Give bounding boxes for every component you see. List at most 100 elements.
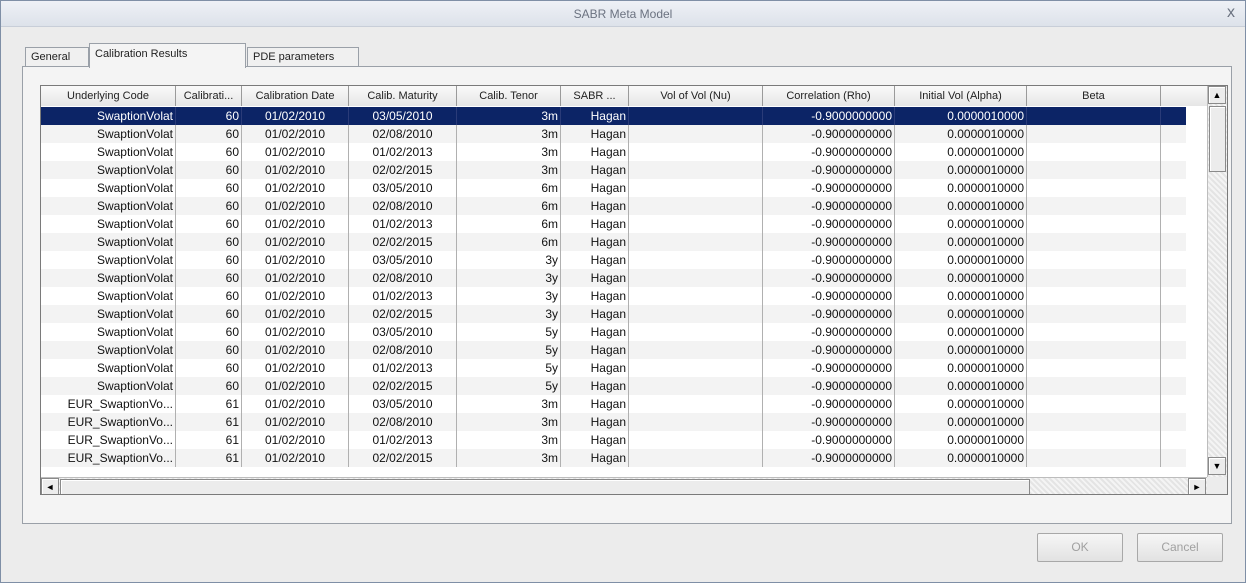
cell-underlying-code[interactable]: SwaptionVolat [41, 107, 176, 125]
cell-calib-tenor[interactable]: 3y [457, 251, 561, 269]
cell-vol-of-vol[interactable] [629, 197, 763, 215]
cell-sabr-model[interactable]: Hagan [561, 413, 629, 431]
cell-calibration-id[interactable]: 60 [176, 107, 242, 125]
cell-calibration-id[interactable]: 61 [176, 449, 242, 467]
cell-calib-tenor[interactable]: 3m [457, 449, 561, 467]
scroll-up-icon[interactable]: ▲ [1208, 86, 1226, 104]
cell-underlying-code[interactable]: SwaptionVolat [41, 341, 176, 359]
column-header-initial-vol[interactable]: Initial Vol (Alpha) [895, 86, 1027, 106]
horizontal-scrollbar[interactable]: ◄ ► [41, 477, 1207, 494]
cell-initial-vol[interactable]: 0.0000010000 [895, 413, 1027, 431]
cell-underlying-code[interactable]: EUR_SwaptionVo... [41, 449, 176, 467]
cell-calib-tenor[interactable]: 6m [457, 215, 561, 233]
vertical-scroll-thumb[interactable] [1209, 106, 1226, 172]
cell-beta[interactable] [1027, 323, 1161, 341]
cell-calib-maturity[interactable]: 03/05/2010 [349, 251, 457, 269]
cell-calib-tenor[interactable]: 6m [457, 233, 561, 251]
cell-sabr-model[interactable]: Hagan [561, 125, 629, 143]
cell-calib-maturity[interactable]: 02/08/2010 [349, 197, 457, 215]
cell-calibration-date[interactable]: 01/02/2010 [242, 107, 349, 125]
cell-initial-vol[interactable]: 0.0000010000 [895, 377, 1027, 395]
cell-sabr-model[interactable]: Hagan [561, 269, 629, 287]
cell-calib-tenor[interactable]: 3m [457, 107, 561, 125]
tab-pde-parameters[interactable]: PDE parameters [247, 47, 359, 67]
cell-sabr-model[interactable]: Hagan [561, 431, 629, 449]
cell-sabr-model[interactable]: Hagan [561, 377, 629, 395]
cell-calibration-date[interactable]: 01/02/2010 [242, 305, 349, 323]
cell-vol-of-vol[interactable] [629, 305, 763, 323]
cell-initial-vol[interactable]: 0.0000010000 [895, 269, 1027, 287]
cell-calibration-id[interactable]: 60 [176, 323, 242, 341]
cell-initial-vol[interactable]: 0.0000010000 [895, 341, 1027, 359]
cell-underlying-code[interactable]: EUR_SwaptionVo... [41, 395, 176, 413]
horizontal-scroll-thumb[interactable] [60, 479, 1030, 494]
cell-calib-maturity[interactable]: 01/02/2013 [349, 215, 457, 233]
cell-vol-of-vol[interactable] [629, 323, 763, 341]
scroll-left-icon[interactable]: ◄ [41, 478, 59, 494]
table-row[interactable]: SwaptionVolat 60 01/02/2010 01/02/2013 6m Hag… [41, 215, 1186, 233]
cell-initial-vol[interactable]: 0.0000010000 [895, 233, 1027, 251]
cell-calib-tenor[interactable]: 5y [457, 341, 561, 359]
cell-beta[interactable] [1027, 341, 1161, 359]
cell-initial-vol[interactable]: 0.0000010000 [895, 287, 1027, 305]
cell-underlying-code[interactable]: SwaptionVolat [41, 377, 176, 395]
cell-sabr-model[interactable]: Hagan [561, 107, 629, 125]
cell-calibration-date[interactable]: 01/02/2010 [242, 341, 349, 359]
table-row[interactable]: EUR_SwaptionVo... 61 01/02/2010 02/08/2010 3… [41, 413, 1186, 431]
cell-beta[interactable] [1027, 413, 1161, 431]
cell-initial-vol[interactable]: 0.0000010000 [895, 395, 1027, 413]
table-row[interactable]: SwaptionVolat 60 01/02/2010 02/02/2015 3y Hag… [41, 305, 1186, 323]
cell-sabr-model[interactable]: Hagan [561, 341, 629, 359]
cell-calib-maturity[interactable]: 02/02/2015 [349, 233, 457, 251]
cell-calib-tenor[interactable]: 5y [457, 323, 561, 341]
cell-calibration-id[interactable]: 60 [176, 125, 242, 143]
cell-calibration-date[interactable]: 01/02/2010 [242, 359, 349, 377]
cell-correlation[interactable]: -0.9000000000 [763, 305, 895, 323]
cell-vol-of-vol[interactable] [629, 107, 763, 125]
cell-vol-of-vol[interactable] [629, 269, 763, 287]
cell-initial-vol[interactable]: 0.0000010000 [895, 197, 1027, 215]
cell-calib-tenor[interactable]: 5y [457, 359, 561, 377]
cell-calibration-date[interactable]: 01/02/2010 [242, 449, 349, 467]
cell-calibration-id[interactable]: 60 [176, 341, 242, 359]
cell-calib-maturity[interactable]: 03/05/2010 [349, 395, 457, 413]
cell-underlying-code[interactable]: SwaptionVolat [41, 215, 176, 233]
table-row[interactable]: SwaptionVolat 60 01/02/2010 02/08/2010 3y Hag… [41, 269, 1186, 287]
cell-correlation[interactable]: -0.9000000000 [763, 233, 895, 251]
cell-initial-vol[interactable]: 0.0000010000 [895, 305, 1027, 323]
table-row[interactable]: EUR_SwaptionVo... 61 01/02/2010 01/02/2013 3… [41, 431, 1186, 449]
cell-correlation[interactable]: -0.9000000000 [763, 251, 895, 269]
column-header-calibration-date[interactable]: Calibration Date [242, 86, 349, 106]
cell-underlying-code[interactable]: SwaptionVolat [41, 359, 176, 377]
cell-calibration-id[interactable]: 60 [176, 179, 242, 197]
column-header-calib-tenor[interactable]: Calib. Tenor [457, 86, 561, 106]
cell-calibration-date[interactable]: 01/02/2010 [242, 179, 349, 197]
cell-calib-maturity[interactable]: 02/02/2015 [349, 449, 457, 467]
column-header-sabr-model[interactable]: SABR ... [561, 86, 629, 106]
cell-calib-tenor[interactable]: 3y [457, 287, 561, 305]
cell-calib-maturity[interactable]: 02/02/2015 [349, 161, 457, 179]
cell-initial-vol[interactable]: 0.0000010000 [895, 143, 1027, 161]
cell-sabr-model[interactable]: Hagan [561, 197, 629, 215]
column-header-beta[interactable]: Beta [1027, 86, 1161, 106]
cell-correlation[interactable]: -0.9000000000 [763, 323, 895, 341]
cell-sabr-model[interactable]: Hagan [561, 251, 629, 269]
cell-calibration-date[interactable]: 01/02/2010 [242, 125, 349, 143]
cell-calib-tenor[interactable]: 3m [457, 413, 561, 431]
cell-initial-vol[interactable]: 0.0000010000 [895, 359, 1027, 377]
cell-sabr-model[interactable]: Hagan [561, 233, 629, 251]
cell-correlation[interactable]: -0.9000000000 [763, 215, 895, 233]
column-header-correlation[interactable]: Correlation (Rho) [763, 86, 895, 106]
cell-calib-maturity[interactable]: 02/02/2015 [349, 305, 457, 323]
cell-correlation[interactable]: -0.9000000000 [763, 197, 895, 215]
cell-vol-of-vol[interactable] [629, 125, 763, 143]
cell-beta[interactable] [1027, 251, 1161, 269]
cell-beta[interactable] [1027, 305, 1161, 323]
cell-underlying-code[interactable]: SwaptionVolat [41, 287, 176, 305]
cell-underlying-code[interactable]: SwaptionVolat [41, 251, 176, 269]
cell-sabr-model[interactable]: Hagan [561, 395, 629, 413]
cell-vol-of-vol[interactable] [629, 251, 763, 269]
cell-beta[interactable] [1027, 377, 1161, 395]
cell-calibration-date[interactable]: 01/02/2010 [242, 323, 349, 341]
cell-calib-maturity[interactable]: 02/08/2010 [349, 341, 457, 359]
